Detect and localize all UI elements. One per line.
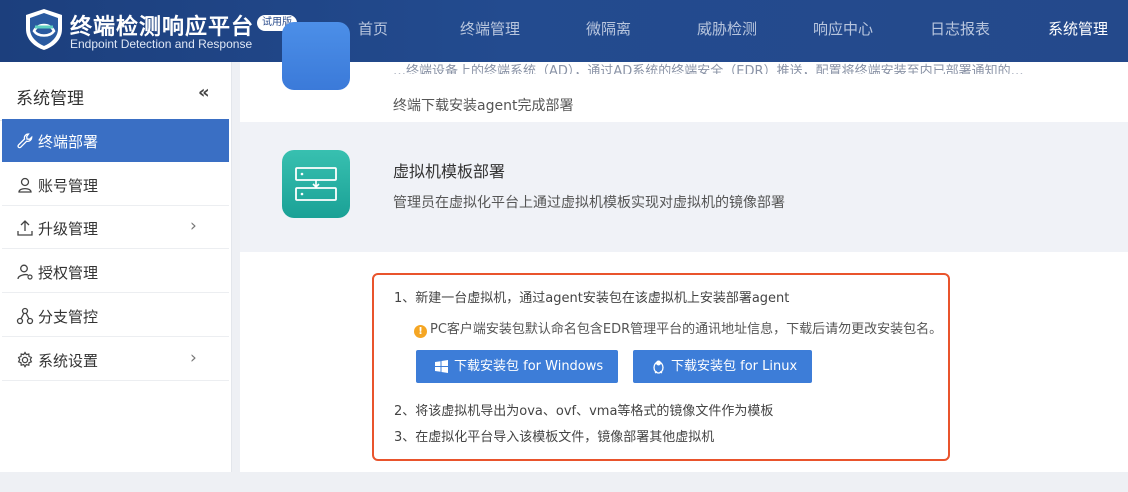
sidebar-item-label: 账号管理 (38, 177, 99, 195)
sidebar-item-label: 升级管理 (38, 220, 99, 238)
chevron-right-icon: › (190, 216, 197, 236)
warning-icon: ! (414, 325, 427, 338)
nav-endpoint-management[interactable]: 终端管理 (460, 0, 520, 58)
sidebar: 系统管理 « 终端部署 账号管理 升级管理 › 授权管理 分支管控 系统设置 › (0, 62, 232, 472)
sidebar-item-system-settings[interactable]: 系统设置 › (2, 338, 229, 381)
download-linux-button[interactable]: 下载安装包 for Linux (633, 350, 812, 383)
upload-icon (17, 220, 33, 236)
wrench-icon (17, 133, 33, 149)
top-navbar: 终端检测响应平台 试用版 Endpoint Detection and Resp… (0, 0, 1128, 62)
sidebar-item-label: 授权管理 (38, 264, 99, 282)
linux-penguin-icon (653, 360, 664, 374)
nav-response-center[interactable]: 响应中心 (813, 0, 873, 58)
download-linux-label: 下载安装包 for Linux (671, 359, 798, 374)
branch-icon (16, 307, 34, 325)
gear-icon (17, 351, 33, 368)
collapse-sidebar-icon[interactable]: « (198, 82, 210, 103)
server-icon (295, 167, 337, 201)
nav-micro-segmentation[interactable]: 微隔离 (586, 0, 631, 58)
warning-text: PC客户端安装包默认命名包含EDR管理平台的通讯地址信息，下载后请勿更改安装包名… (430, 322, 943, 337)
sidebar-item-license[interactable]: 授权管理 (2, 250, 229, 293)
deploy-card-desc-cut: …终端设备上的终端系统（AD），通过AD系统的终端安全（EDR）推送，配置将终端… (393, 64, 1024, 74)
sidebar-item-endpoint-deploy[interactable]: 终端部署 (2, 119, 229, 162)
sidebar-item-accounts[interactable]: 账号管理 (2, 163, 229, 206)
vm-template-card[interactable]: 虚拟机模板部署 管理员在虚拟化平台上通过虚拟机模板实现对虚拟机的镜像部署 (240, 122, 1128, 252)
step-3-text: 3、在虚拟化平台导入该模板文件，镜像部署其他虚拟机 (394, 430, 715, 445)
package-name-warning: ! PC客户端安装包默认命名包含EDR管理平台的通讯地址信息，下载后请勿更改安装包… (414, 318, 942, 338)
nav-system-management[interactable]: 系统管理 (1048, 0, 1108, 58)
deploy-card-desc: 终端下载安装agent完成部署 (393, 98, 574, 114)
sidebar-item-label: 系统设置 (38, 352, 99, 370)
sidebar-item-upgrade[interactable]: 升级管理 › (2, 206, 229, 249)
sidebar-item-label: 分支管控 (38, 308, 99, 326)
vm-deploy-steps-panel: 1、新建一台虚拟机，通过agent安装包在该虚拟机上安装部署agent ! PC客… (372, 273, 950, 461)
nav-home[interactable]: 首页 (358, 0, 388, 58)
sidebar-header: 系统管理 « (0, 66, 229, 121)
nav-log-reports[interactable]: 日志报表 (930, 0, 990, 58)
brand-subtitle: Endpoint Detection and Response (70, 37, 253, 51)
step-1-text: 1、新建一台虚拟机，通过agent安装包在该虚拟机上安装部署agent (394, 291, 790, 306)
windows-icon (435, 360, 448, 373)
vm-template-title: 虚拟机模板部署 (393, 162, 506, 181)
chevron-right-icon: › (190, 348, 197, 368)
download-windows-label: 下载安装包 for Windows (454, 359, 604, 374)
page-footer-strip (0, 472, 1128, 492)
user-key-icon (17, 264, 33, 280)
vm-template-desc: 管理员在虚拟化平台上通过虚拟机模板实现对虚拟机的镜像部署 (393, 195, 785, 211)
shield-logo-icon (26, 9, 62, 50)
user-icon (18, 177, 32, 193)
main-content: …终端设备上的终端系统（AD），通过AD系统的终端安全（EDR）推送，配置将终端… (240, 22, 1128, 472)
deploy-card-icon (282, 22, 350, 90)
vm-template-icon (282, 150, 350, 218)
agent-deploy-card: …终端设备上的终端系统（AD），通过AD系统的终端安全（EDR）推送，配置将终端… (240, 22, 1128, 122)
sidebar-title: 系统管理 (16, 89, 84, 109)
download-windows-button[interactable]: 下载安装包 for Windows (416, 350, 618, 383)
sidebar-item-label: 终端部署 (38, 133, 99, 151)
step-2-text: 2、将该虚拟机导出为ova、ovf、vma等格式的镜像文件作为模板 (394, 404, 774, 419)
nav-threat-detection[interactable]: 威胁检测 (697, 0, 757, 58)
sidebar-item-branch-control[interactable]: 分支管控 (2, 294, 229, 337)
